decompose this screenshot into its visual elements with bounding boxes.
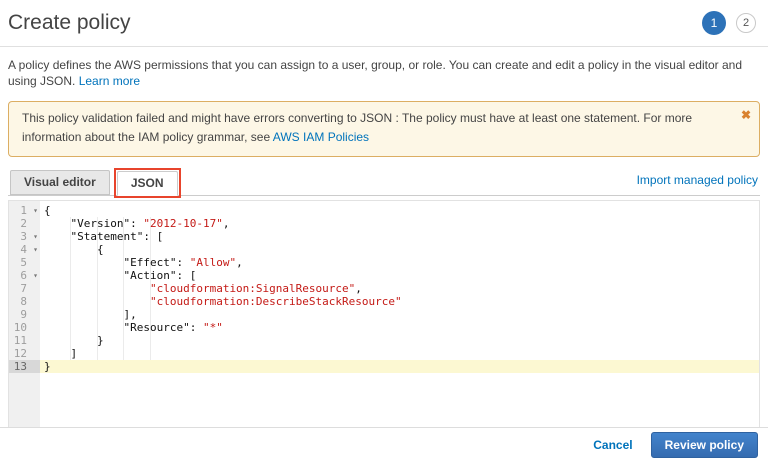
gutter-line-number: 4▾ — [9, 243, 40, 256]
code-line[interactable]: "Statement": [ — [40, 230, 759, 243]
intro-text: A policy defines the AWS permissions tha… — [8, 57, 760, 89]
gutter-line-number: 10 — [9, 321, 40, 334]
gutter-line-number: 1▾ — [9, 204, 40, 217]
tab-visual-editor[interactable]: Visual editor — [10, 170, 110, 195]
code-line[interactable]: ] — [40, 347, 759, 360]
code-line[interactable]: "Action": [ — [40, 269, 759, 282]
json-policy-editor[interactable]: 1▾23▾4▾56▾78910111213 { "Version": "2012… — [8, 200, 760, 459]
code-line[interactable]: } — [40, 360, 759, 373]
aws-iam-policies-link[interactable]: AWS IAM Policies — [273, 130, 369, 144]
gutter-line-number: 6▾ — [9, 269, 40, 282]
close-icon[interactable]: ✖ — [741, 106, 751, 125]
code-line[interactable]: ], — [40, 308, 759, 321]
gutter-line-number: 11 — [9, 334, 40, 347]
step-indicator-1: 1 — [702, 11, 726, 35]
wizard-steps: 1 2 — [702, 11, 760, 35]
gutter-line-number: 9 — [9, 308, 40, 321]
fold-arrow-icon[interactable]: ▾ — [33, 230, 38, 243]
code-line[interactable]: "Resource": "*" — [40, 321, 759, 334]
fold-arrow-icon[interactable]: ▾ — [33, 243, 38, 256]
gutter-line-number: 8 — [9, 295, 40, 308]
footer-bar: Cancel Review policy — [0, 427, 768, 461]
editor-code-pane[interactable]: { "Version": "2012-10-17", "Statement": … — [40, 201, 759, 458]
learn-more-link[interactable]: Learn more — [79, 74, 140, 88]
header-divider — [0, 46, 768, 47]
import-managed-policy-link[interactable]: Import managed policy — [637, 173, 758, 187]
code-line[interactable]: "cloudformation:SignalResource", — [40, 282, 759, 295]
code-line[interactable]: "Effect": "Allow", — [40, 256, 759, 269]
cancel-button[interactable]: Cancel — [593, 438, 632, 452]
code-line[interactable]: { — [40, 243, 759, 256]
gutter-line-number: 12 — [9, 347, 40, 360]
tab-json[interactable]: JSON — [117, 171, 178, 196]
json-tab-wrap: JSON — [117, 171, 178, 196]
code-line[interactable]: } — [40, 334, 759, 347]
gutter-line-number: 5 — [9, 256, 40, 269]
gutter-line-number: 13 — [9, 360, 40, 373]
code-line[interactable]: "cloudformation:DescribeStackResource" — [40, 295, 759, 308]
code-line[interactable]: { — [40, 204, 759, 217]
code-line[interactable]: "Version": "2012-10-17", — [40, 217, 759, 230]
gutter-line-number: 7 — [9, 282, 40, 295]
fold-arrow-icon[interactable]: ▾ — [33, 204, 38, 217]
fold-arrow-icon[interactable]: ▾ — [33, 269, 38, 282]
editor-gutter: 1▾23▾4▾56▾78910111213 — [9, 201, 40, 458]
page-title: Create policy — [8, 11, 131, 35]
page-header: Create policy 1 2 — [8, 6, 760, 40]
gutter-line-number: 2 — [9, 217, 40, 230]
step-indicator-2: 2 — [736, 13, 756, 33]
tab-bar: Visual editor JSON Import managed policy — [8, 170, 760, 196]
review-policy-button[interactable]: Review policy — [651, 432, 758, 458]
validation-warning-banner: This policy validation failed and might … — [8, 101, 760, 157]
gutter-line-number: 3▾ — [9, 230, 40, 243]
